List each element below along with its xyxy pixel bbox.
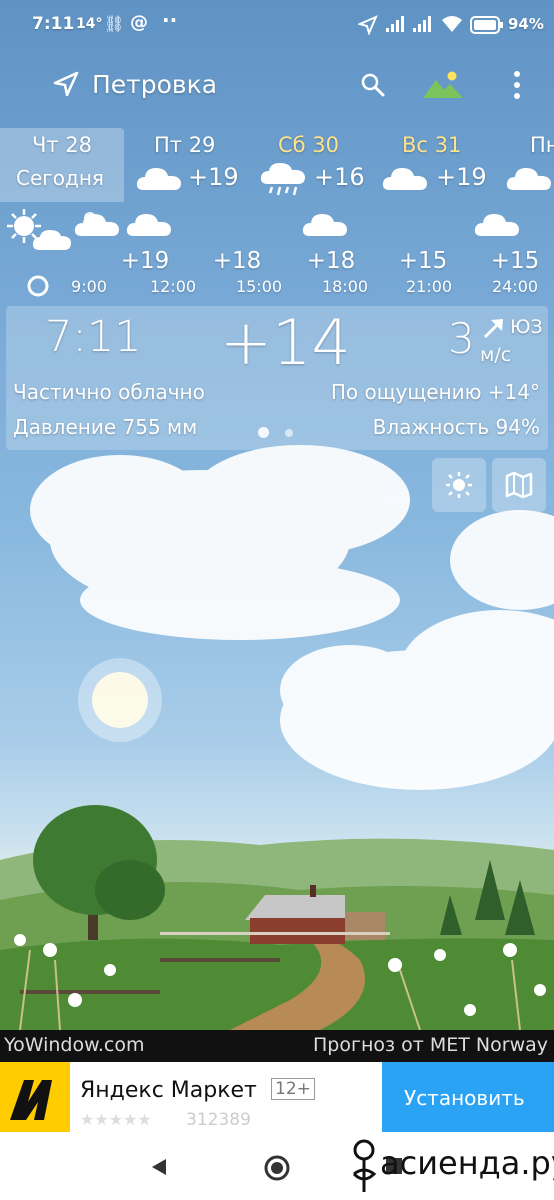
status-temp: 14° <box>76 16 103 32</box>
rain-cloud-icon <box>260 163 305 196</box>
more-notifications-icon: ·· <box>162 8 178 32</box>
current-temp: +14 <box>220 306 351 379</box>
hour-time: 21:00 <box>405 277 453 296</box>
battery-icon <box>470 16 503 34</box>
hour-temp: +19 <box>120 248 170 274</box>
hour-time: 15:00 <box>235 277 283 296</box>
day-tab-fri[interactable]: Пт 29 +19 <box>130 128 240 202</box>
hour-temp: +18 <box>212 248 262 274</box>
ad-banner[interactable]: Яндекс Маркет 12+ ★★★★★ 312389 Установит… <box>0 1062 554 1132</box>
link-icon: ⛓ <box>104 14 125 33</box>
rating-count: 312389 <box>186 1110 251 1130</box>
partly-cloudy-icon <box>7 209 71 250</box>
age-rating: 12+ <box>271 1078 315 1100</box>
partly-cloudy-icon <box>74 212 119 236</box>
home-icon[interactable] <box>263 1154 291 1182</box>
location-arrow-icon[interactable] <box>52 70 80 98</box>
humidity: Влажность 94% <box>372 415 540 439</box>
cloud-icon <box>302 214 347 236</box>
back-icon[interactable] <box>148 1156 170 1178</box>
status-time: 7:11 <box>32 14 75 34</box>
hour-time: 9:00 <box>71 277 107 296</box>
signal-icon <box>386 16 404 32</box>
wind-direction: ЮЗ <box>510 316 543 338</box>
cloud-icon <box>382 168 427 190</box>
feels-like: По ощущению +14° <box>330 380 540 404</box>
day-tab-label: Пт 29 <box>154 133 216 157</box>
yowindow-link[interactable]: YoWindow.com <box>4 1034 145 1056</box>
hour-time: 12:00 <box>149 277 197 296</box>
rating-stars: ★★★★★ <box>80 1110 152 1129</box>
wind-direction-arrow-icon <box>483 319 503 339</box>
page-indicator-dot <box>285 429 293 437</box>
watermark-logo-icon <box>352 1139 377 1192</box>
location-name[interactable]: Петровка <box>92 70 217 99</box>
day-tab-today[interactable]: Чт 28 Сегодня <box>0 128 124 202</box>
day-tab-temp: +19 <box>188 163 239 191</box>
day-tab-mon[interactable]: Пн <box>500 128 554 202</box>
day-tab-sat[interactable]: Сб 30 +16 <box>258 128 368 202</box>
current-time-marker-icon <box>27 275 49 297</box>
at-icon: @ <box>130 12 148 33</box>
battery-percent: 94% <box>508 15 544 33</box>
day-tab-sublabel: Сегодня <box>16 166 104 190</box>
day-tab-sun[interactable]: Вс 31 +19 <box>380 128 490 202</box>
wind-unit: м/с <box>480 344 512 366</box>
watermark-text: асиенда.ру <box>380 1144 554 1182</box>
cloud-icon <box>126 214 171 236</box>
hour-temp: +18 <box>306 248 356 274</box>
yandex-market-logo <box>0 1062 70 1132</box>
day-tab-label: Пн <box>530 133 554 157</box>
search-icon[interactable] <box>360 72 386 98</box>
forecast-source[interactable]: Прогноз от MET Norway <box>313 1034 548 1056</box>
map-button[interactable] <box>492 458 546 512</box>
more-menu-icon[interactable] <box>512 70 522 100</box>
day-tab-label: Сб 30 <box>278 133 340 157</box>
install-label: Установить <box>404 1086 525 1110</box>
condition-text: Частично облачно <box>13 380 205 404</box>
weather-effects-button[interactable] <box>432 458 486 512</box>
wind-speed: 3 <box>448 314 475 363</box>
ad-title: Яндекс Маркет <box>80 1078 257 1103</box>
map-icon <box>505 471 533 499</box>
day-tab-temp: +16 <box>314 163 365 191</box>
hour-time: 24:00 <box>491 277 539 296</box>
cloud-icon <box>474 214 519 236</box>
signal-icon-2 <box>413 16 431 32</box>
hour-time: 18:00 <box>321 277 369 296</box>
day-tab-label: Вс 31 <box>402 133 462 157</box>
cloud-icon <box>136 168 181 190</box>
app-bar <box>0 55 554 115</box>
page-indicator-dot-active <box>258 427 269 438</box>
current-time: 7:11 <box>45 312 142 362</box>
credits-bar: YoWindow.com Прогноз от MET Norway <box>0 1030 554 1062</box>
install-button[interactable]: Установить <box>382 1062 554 1132</box>
pressure: Давление 755 мм <box>13 415 198 439</box>
cloud-icon <box>506 168 551 190</box>
location-arrow-icon <box>358 15 378 35</box>
hour-temp: +15 <box>490 248 540 274</box>
day-tab-label: Чт 28 <box>32 133 93 157</box>
hour-temp: +15 <box>398 248 448 274</box>
day-tab-temp: +19 <box>436 163 487 191</box>
landscape-icon[interactable] <box>422 68 464 100</box>
system-nav-bar: асиенда.ру <box>0 1132 554 1200</box>
market-m-icon <box>10 1080 52 1120</box>
sun-cycle-icon <box>446 472 472 498</box>
status-bar: 7:11 14° ⛓ @ ·· 94% <box>0 0 554 50</box>
wifi-icon <box>442 16 462 32</box>
